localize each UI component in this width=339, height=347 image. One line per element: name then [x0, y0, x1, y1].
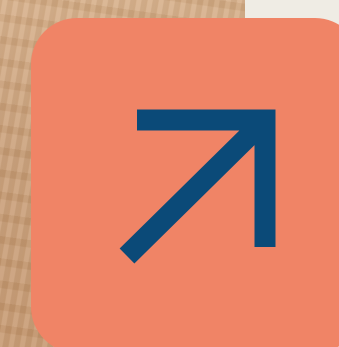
arrow-tile[interactable]	[31, 18, 339, 347]
screen	[0, 0, 339, 347]
